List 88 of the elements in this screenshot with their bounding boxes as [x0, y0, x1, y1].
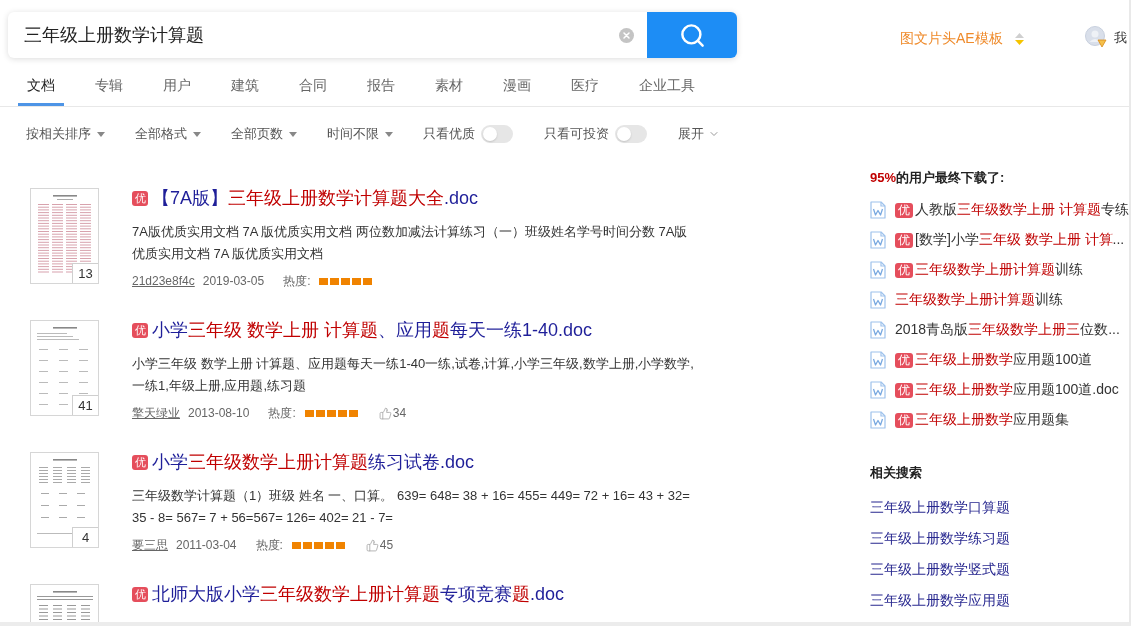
premium-badge: 优	[895, 412, 913, 428]
heat-label: 热度:	[268, 404, 296, 422]
premium-badge: 优	[895, 382, 913, 398]
toggle-label: 只看优质	[423, 125, 475, 143]
premium-badge: 优	[132, 322, 148, 338]
clear-icon[interactable]	[619, 27, 634, 43]
result-description: 三年级数学计算题（1）班级 姓名 一、口算。 639= 648= 38 + 16= 455= 449= 72 + 16= 43 + 32= 35 - 8= 567= 7 + 56=567= 126= 402= 21 - 7=	[132, 487, 691, 527]
category-tab[interactable]: 报告	[358, 68, 404, 106]
related-search-link[interactable]: 三年级上册数学竖式题	[870, 554, 1010, 585]
document-thumbnail[interactable]: 4	[30, 452, 99, 548]
download-title[interactable]: 三年级数学上册计算题训练	[915, 261, 1083, 279]
result-description: 7A版优质实用文档 7A 版优质实用文档 两位数加减法计算练习（一）班级姓名学号时间分数 7A版优质实用文档 7A 版优质实用文档	[132, 223, 689, 263]
toggle-switch[interactable]	[481, 125, 513, 143]
category-tab[interactable]: 企业工具	[630, 68, 704, 106]
page-count: 13	[72, 263, 98, 283]
download-title[interactable]: [数学]小学三年级 数学上册 计算...	[915, 231, 1125, 249]
expand-button[interactable]: 展开	[678, 125, 720, 143]
heat-label: 热度:	[255, 536, 283, 554]
result-title[interactable]: 【7A版】三年级上册数学计算题大全.doc	[152, 187, 479, 209]
caret-icon	[97, 131, 105, 137]
document-thumbnail[interactable]: 41	[30, 320, 99, 416]
like-count: 34	[392, 406, 407, 420]
related-search-link[interactable]: 三年级上册数学应用题	[870, 585, 1010, 616]
filter-dropdown[interactable]: 全部格式	[135, 125, 201, 143]
filter-dropdown[interactable]: 全部页数	[231, 125, 297, 143]
related-search-link[interactable]: 三年级上册数学练习题	[870, 523, 1010, 554]
caret-icon	[193, 131, 201, 137]
word-document-icon	[870, 291, 886, 309]
page-count: 41	[72, 395, 98, 415]
category-tab[interactable]: 建筑	[222, 68, 268, 106]
word-document-icon	[870, 381, 886, 399]
upload-date: 2011-03-04	[176, 538, 237, 552]
upload-date: 2013-08-10	[188, 406, 250, 420]
search-icon	[678, 21, 706, 49]
category-tab[interactable]: 医疗	[562, 68, 608, 106]
user-menu-label[interactable]: 我	[1113, 29, 1127, 47]
premium-badge: 优	[895, 232, 913, 248]
category-tab[interactable]: 专辑	[86, 68, 132, 106]
category-tab[interactable]: 漫画	[494, 68, 540, 106]
word-document-icon	[870, 201, 886, 219]
upload-date: 2019-03-05	[202, 274, 265, 288]
download-title[interactable]: 三年级数学上册计算题训练	[895, 291, 1063, 309]
author-link[interactable]: 要三思	[132, 536, 168, 554]
result-title[interactable]: 北师大版小学三年级数学上册计算题专项竞赛题.doc	[152, 583, 565, 605]
avatar-icon[interactable]	[1084, 26, 1107, 48]
caret-icon	[289, 131, 297, 137]
result-title[interactable]: 小学三年级 数学上册 计算题、应用题每天一练1-40.doc	[152, 319, 593, 341]
caret-icon	[385, 131, 393, 137]
downloads-heading: 95%的用户最终下载了:	[870, 169, 1006, 187]
category-tab[interactable]: 文档	[18, 68, 64, 106]
category-tab[interactable]: 合同	[290, 68, 336, 106]
search-field[interactable]: 三年级上册数学计算题	[8, 12, 613, 58]
filter-dropdown[interactable]: 时间不限	[327, 125, 393, 143]
word-document-icon	[870, 351, 886, 369]
download-title[interactable]: 三年级上册数学应用题100道.doc	[915, 381, 1119, 399]
author-link[interactable]: 21d23e8f4c	[132, 274, 195, 288]
thumbs-up-icon[interactable]	[365, 538, 379, 552]
sort-arrows-icon	[1014, 33, 1024, 45]
word-document-icon	[870, 321, 886, 339]
download-title[interactable]: 人教版三年级数学上册 计算题专练	[915, 201, 1129, 219]
thumbs-up-icon[interactable]	[378, 406, 392, 420]
author-link[interactable]: 擎天绿业	[132, 404, 180, 422]
word-document-icon	[870, 261, 886, 279]
download-title[interactable]: 三年级上册数学应用题100道	[915, 351, 1093, 369]
premium-badge: 优	[132, 454, 148, 470]
word-document-icon	[870, 411, 886, 429]
result-description: 小学三年级 数学上册 计算题、应用题每天一练1-40一练,试卷,计算,小学三年级,数学上册,小学数学,一练1,年级上册,应用题,练习题	[132, 355, 695, 395]
toggle-switch[interactable]	[615, 125, 647, 143]
word-document-icon	[870, 231, 886, 249]
heat-label: 热度:	[283, 272, 311, 290]
result-title[interactable]: 小学三年级数学上册计算题练习试卷.doc	[152, 451, 475, 473]
related-heading: 相关搜索	[870, 464, 923, 482]
premium-badge: 优	[132, 586, 148, 602]
search-button[interactable]	[647, 12, 737, 58]
premium-badge: 优	[895, 262, 913, 278]
like-count: 45	[379, 538, 394, 552]
category-tab[interactable]: 素材	[426, 68, 472, 106]
download-title[interactable]: 2018青岛版三年级数学上册三位数...	[895, 321, 1120, 339]
premium-badge: 优	[895, 202, 913, 218]
download-title[interactable]: 三年级上册数学应用题集	[915, 411, 1069, 429]
premium-badge: 优	[132, 190, 148, 206]
page-count: 4	[72, 527, 98, 547]
filter-dropdown[interactable]: 按相关排序	[26, 125, 105, 143]
premium-badge: 优	[895, 352, 913, 368]
category-tab[interactable]: 用户	[154, 68, 200, 106]
toggle-label: 只看可投资	[544, 125, 609, 143]
document-thumbnail[interactable]: 13	[30, 188, 99, 284]
related-search-link[interactable]: 三年级上册数学口算题	[870, 492, 1010, 523]
